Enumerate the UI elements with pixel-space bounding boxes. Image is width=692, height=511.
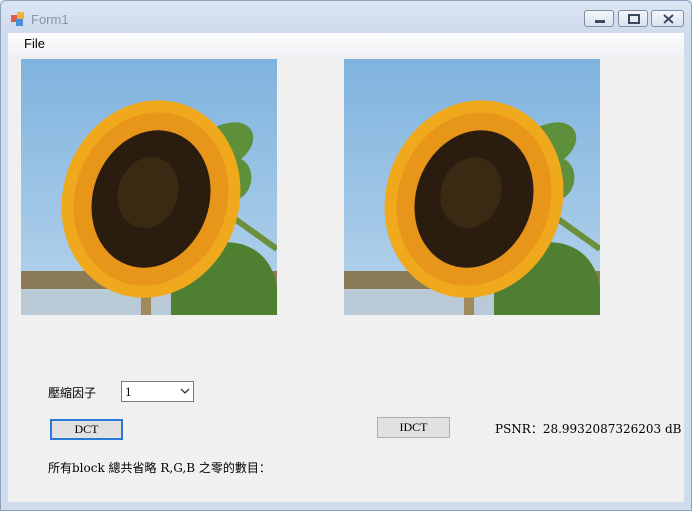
minimize-button[interactable] (584, 10, 614, 27)
close-icon (663, 14, 674, 24)
zeros-count-label: 所有block 總共省略 R,G,B 之零的數目： (48, 461, 271, 475)
psnr-label: PSNR：28.9932087326203 dB (495, 422, 682, 436)
minimize-icon (595, 20, 605, 23)
idct-button[interactable]: IDCT (377, 417, 450, 438)
reconstructed-image (344, 59, 600, 315)
title-bar[interactable]: Form1 (1, 1, 691, 33)
compression-factor-select[interactable]: 1 (121, 381, 194, 402)
close-button[interactable] (651, 10, 684, 27)
maximize-button[interactable] (618, 10, 648, 27)
menu-file[interactable]: File (24, 36, 45, 51)
compression-factor-label: 壓縮因子 (48, 386, 97, 400)
dct-button[interactable]: DCT (50, 419, 123, 440)
chevron-down-icon (180, 388, 190, 394)
compression-factor-value: 1 (125, 384, 132, 399)
form-client-area: 壓縮因子 1 DCT IDCT PSNR：28.9932087326203 dB… (8, 55, 684, 502)
original-image (21, 59, 277, 315)
maximize-icon (628, 14, 640, 24)
app-icon (11, 12, 24, 26)
main-window: Form1 File 壓縮因子 1 DCT IDCT PSNR：28.99320… (0, 0, 692, 511)
window-title: Form1 (31, 12, 69, 27)
menu-bar: File (8, 33, 684, 55)
